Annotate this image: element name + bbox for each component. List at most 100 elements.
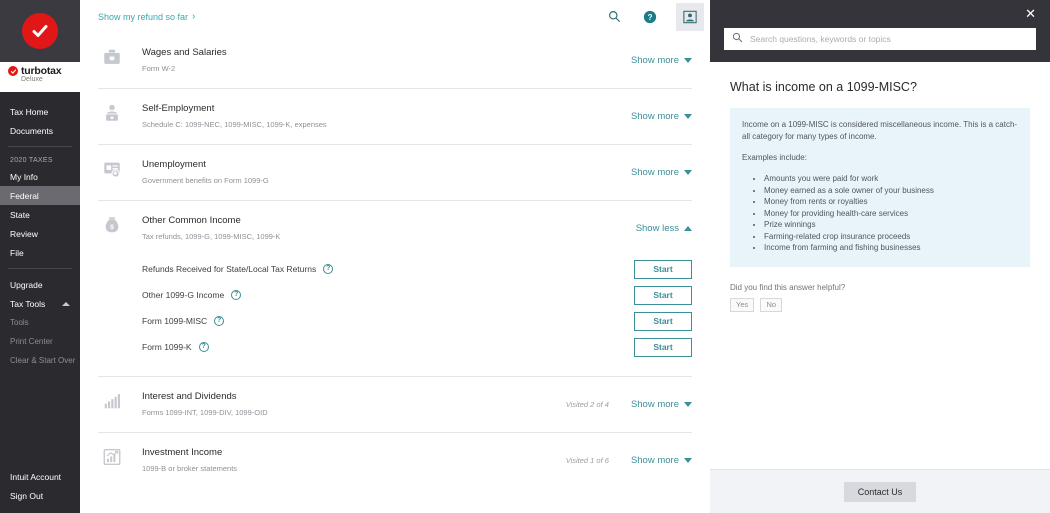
help-bullet-item: Farming-related crop insurance proceeds bbox=[764, 231, 1018, 243]
help-circle-icon[interactable]: ? bbox=[640, 7, 660, 27]
chevron-down-icon bbox=[684, 458, 692, 463]
left-sidebar: turbotax Deluxe Tax Home Documents 2020 … bbox=[0, 0, 80, 513]
sub-row-label-wrap: Refunds Received for State/Local Tax Ret… bbox=[142, 264, 333, 274]
bar-chart-icon bbox=[98, 390, 142, 411]
sidebar-item-print-center[interactable]: Print Center bbox=[0, 332, 80, 351]
start-button[interactable]: Start bbox=[634, 260, 692, 279]
sidebar-item-tools[interactable]: Tools bbox=[0, 313, 80, 332]
investment-chart-icon bbox=[98, 446, 142, 467]
sidebar-item-label: Tools bbox=[10, 318, 29, 327]
sidebar-item-label: Federal bbox=[10, 191, 39, 201]
sidebar-item-label: State bbox=[10, 210, 30, 220]
question-circle-icon[interactable]: ? bbox=[214, 316, 224, 326]
brand-edition: Deluxe bbox=[8, 76, 80, 83]
topbar-icons: ? bbox=[604, 3, 704, 31]
question-circle-icon[interactable]: ? bbox=[323, 264, 333, 274]
income-row-other-common-income[interactable]: $ Other Common Income Tax refunds, 1099-… bbox=[98, 201, 692, 377]
sidebar-item-federal[interactable]: Federal bbox=[0, 186, 80, 205]
toggle-label: Show more bbox=[631, 455, 679, 466]
sidebar-bottom-nav: Intuit Account Sign Out bbox=[0, 467, 80, 505]
money-bag-icon: $ bbox=[98, 214, 142, 235]
sidebar-item-label: Tax Home bbox=[10, 107, 48, 117]
svg-text:?: ? bbox=[648, 13, 653, 22]
sidebar-item-label: Clear & Start Over bbox=[10, 356, 75, 365]
sidebar-item-label: Intuit Account bbox=[10, 472, 61, 482]
income-row-text: Self-Employment Schedule C: 1099-NEC, 10… bbox=[142, 102, 631, 130]
chevron-down-icon bbox=[684, 114, 692, 119]
help-panel: ✕ What is income on a 1099-MISC? Income … bbox=[710, 0, 1050, 513]
sidebar-item-state[interactable]: State bbox=[0, 205, 80, 224]
logo-block bbox=[0, 0, 80, 62]
help-bullet-item: Prize winnings bbox=[764, 219, 1018, 231]
income-row-subtitle: Forms 1099-INT, 1099-DIV, 1099-OID bbox=[142, 407, 566, 418]
sub-row-label: Form 1099-MISC bbox=[142, 316, 207, 326]
start-button[interactable]: Start bbox=[634, 338, 692, 357]
sub-row-other-1099g: Other 1099-G Income ? Start bbox=[142, 282, 692, 308]
show-more-toggle[interactable]: Show more bbox=[631, 167, 692, 178]
income-row-subtitle: Form W-2 bbox=[142, 63, 631, 74]
contact-us-button[interactable]: Contact Us bbox=[844, 482, 917, 502]
help-bullet-item: Money from rents or royalties bbox=[764, 196, 1018, 208]
feedback-yes-button[interactable]: Yes bbox=[730, 298, 754, 312]
toggle-label: Show more bbox=[631, 399, 679, 410]
sidebar-item-documents[interactable]: Documents bbox=[0, 121, 80, 140]
sidebar-item-tax-tools[interactable]: Tax Tools bbox=[0, 294, 80, 313]
sidebar-divider bbox=[8, 268, 72, 269]
income-row-subtitle: Government benefits on Form 1099-G bbox=[142, 175, 631, 186]
sub-row-label-wrap: Form 1099-MISC ? bbox=[142, 316, 224, 326]
income-row-wages[interactable]: Wages and Salaries Form W-2 Show more bbox=[98, 33, 692, 89]
feedback-no-button[interactable]: No bbox=[760, 298, 782, 312]
search-icon[interactable] bbox=[604, 7, 624, 27]
question-circle-icon[interactable]: ? bbox=[199, 342, 209, 352]
visited-status: Visited 1 of 6 bbox=[566, 456, 631, 465]
income-row-self-employment[interactable]: Self-Employment Schedule C: 1099-NEC, 10… bbox=[98, 89, 692, 145]
search-input[interactable] bbox=[750, 34, 1028, 44]
chevron-down-icon bbox=[684, 402, 692, 407]
income-row-title: Self-Employment bbox=[142, 102, 631, 116]
sidebar-item-clear-start-over[interactable]: Clear & Start Over bbox=[0, 351, 80, 370]
sidebar-item-file[interactable]: File bbox=[0, 243, 80, 262]
account-avatar-icon[interactable] bbox=[676, 3, 704, 31]
help-panel-footer: Contact Us bbox=[710, 469, 1050, 513]
show-more-toggle[interactable]: Show more bbox=[631, 55, 692, 66]
question-circle-icon[interactable]: ? bbox=[231, 290, 241, 300]
income-row-text: Wages and Salaries Form W-2 bbox=[142, 46, 631, 74]
sidebar-nav: Tax Home Documents 2020 TAXES My Info Fe… bbox=[0, 92, 80, 370]
turbotax-app-window: turbotax Deluxe Tax Home Documents 2020 … bbox=[0, 0, 1050, 513]
start-button[interactable]: Start bbox=[634, 286, 692, 305]
income-row-title: Wages and Salaries bbox=[142, 46, 631, 60]
sidebar-item-upgrade[interactable]: Upgrade bbox=[0, 275, 80, 294]
sidebar-item-tax-home[interactable]: Tax Home bbox=[0, 102, 80, 121]
show-more-toggle[interactable]: Show more bbox=[631, 111, 692, 122]
toggle-label: Show more bbox=[631, 55, 679, 66]
income-row-title: Unemployment bbox=[142, 158, 631, 172]
self-employment-person-icon bbox=[98, 102, 142, 123]
sidebar-item-review[interactable]: Review bbox=[0, 224, 80, 243]
sidebar-item-label: Review bbox=[10, 229, 38, 239]
show-refund-link[interactable]: Show my refund so far › bbox=[98, 11, 195, 22]
sidebar-item-sign-out[interactable]: Sign Out bbox=[0, 486, 80, 505]
income-row-subtitle: 1099-B or broker statements bbox=[142, 463, 566, 474]
help-panel-header: ✕ bbox=[710, 0, 1050, 62]
income-row-investment-income[interactable]: Investment Income 1099-B or broker state… bbox=[98, 433, 692, 488]
close-icon[interactable]: ✕ bbox=[1025, 6, 1036, 26]
sidebar-item-label: Documents bbox=[10, 126, 53, 136]
chevron-down-icon bbox=[684, 58, 692, 63]
sub-row-label-wrap: Form 1099-K ? bbox=[142, 342, 209, 352]
visited-status: Visited 2 of 4 bbox=[566, 400, 631, 409]
income-row-unemployment[interactable]: Unemployment Government benefits on Form… bbox=[98, 145, 692, 201]
income-row-interest-dividends[interactable]: Interest and Dividends Forms 1099-INT, 1… bbox=[98, 377, 692, 433]
start-button[interactable]: Start bbox=[634, 312, 692, 331]
show-more-toggle[interactable]: Show more bbox=[631, 399, 692, 410]
show-less-toggle[interactable]: Show less bbox=[636, 223, 692, 234]
sidebar-item-my-info[interactable]: My Info bbox=[0, 167, 80, 186]
sidebar-item-intuit-account[interactable]: Intuit Account bbox=[0, 467, 80, 486]
help-panel-body: What is income on a 1099-MISC? Income on… bbox=[710, 62, 1050, 469]
show-more-toggle[interactable]: Show more bbox=[631, 455, 692, 466]
brand-band: turbotax Deluxe bbox=[0, 62, 80, 92]
help-paragraph-2: Examples include: bbox=[742, 152, 1018, 164]
search-icon bbox=[732, 30, 743, 48]
content-topbar: Show my refund so far › ? bbox=[80, 0, 710, 33]
income-row-subtitle: Tax refunds, 1099-G, 1099-MISC, 1099-K bbox=[142, 231, 636, 242]
help-search-bar[interactable] bbox=[724, 28, 1036, 50]
